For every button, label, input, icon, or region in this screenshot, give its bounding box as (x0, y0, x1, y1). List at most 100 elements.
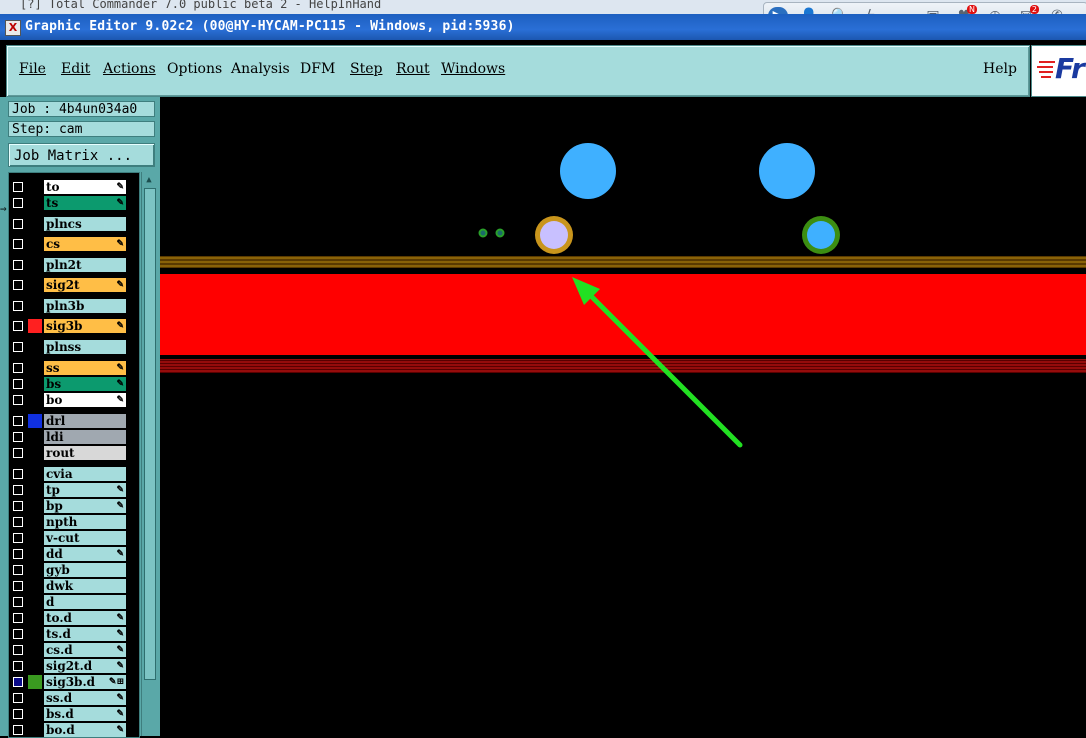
layer-row-drl[interactable]: drl (10, 414, 128, 428)
layer-name[interactable]: sig3b.d ✎⊞ (44, 675, 126, 689)
layer-row-pln3b[interactable]: pln3b (10, 298, 128, 313)
layer-color-swatch[interactable] (28, 361, 42, 375)
layer-checkbox[interactable] (13, 501, 23, 511)
layer-color-swatch[interactable] (28, 216, 42, 231)
layer-row-ldi[interactable]: ldi (10, 430, 128, 444)
layer-color-swatch[interactable] (28, 196, 42, 210)
layer-name[interactable]: sig2t.d ✎ (44, 659, 126, 673)
scroll-thumb[interactable] (144, 188, 156, 680)
layer-checkbox[interactable] (13, 565, 23, 575)
layer-row-to-d[interactable]: to.d ✎ (10, 611, 128, 625)
layer-name[interactable]: ts ✎ (44, 196, 126, 210)
layer-color-swatch[interactable] (28, 483, 42, 497)
layer-checkbox[interactable] (13, 517, 23, 527)
layer-color-swatch[interactable] (28, 659, 42, 673)
layer-name[interactable]: to.d ✎ (44, 611, 126, 625)
layer-name[interactable]: d (44, 595, 126, 609)
layer-name[interactable]: cs.d ✎ (44, 643, 126, 657)
layer-name[interactable]: pln3b (44, 298, 126, 313)
x-icon[interactable]: X (5, 20, 21, 36)
graphic-canvas[interactable] (160, 97, 1086, 736)
layer-name[interactable]: sig2t ✎ (44, 278, 126, 292)
layer-name[interactable]: ts.d ✎ (44, 627, 126, 641)
layer-row-dwk[interactable]: dwk (10, 579, 128, 593)
layer-color-swatch[interactable] (28, 707, 42, 721)
layer-checkbox[interactable] (13, 549, 23, 559)
layer-row-rout[interactable]: rout (10, 446, 128, 460)
layer-checkbox[interactable] (13, 661, 23, 671)
layer-row-ss-d[interactable]: ss.d ✎ (10, 691, 128, 705)
layer-checkbox[interactable] (13, 342, 23, 352)
layer-checkbox[interactable] (13, 300, 23, 311)
layer-color-swatch[interactable] (28, 563, 42, 577)
layer-color-swatch[interactable] (28, 414, 42, 428)
layer-checkbox[interactable] (13, 597, 23, 607)
layer-color-swatch[interactable] (28, 298, 42, 313)
layer-color-swatch[interactable] (28, 393, 42, 407)
layer-row-cs[interactable]: cs ✎ (10, 237, 128, 251)
layer-color-swatch[interactable] (28, 643, 42, 657)
layer-checkbox[interactable] (13, 259, 23, 270)
layer-checkbox[interactable] (13, 469, 23, 479)
layer-name[interactable]: bs ✎ (44, 377, 126, 391)
menu-rout[interactable]: Rout (396, 61, 430, 77)
layer-name[interactable]: plncs (44, 216, 126, 231)
layer-checkbox[interactable] (13, 239, 23, 249)
layer-row-bo-d[interactable]: bo.d ✎ (10, 723, 128, 737)
layer-color-swatch[interactable] (28, 691, 42, 705)
layer-row-pln2t[interactable]: pln2t (10, 257, 128, 272)
layer-checkbox[interactable] (13, 280, 23, 290)
layer-row-bs-d[interactable]: bs.d ✎ (10, 707, 128, 721)
layer-row-bs[interactable]: bs ✎ (10, 377, 128, 391)
layer-row-cvia[interactable]: cvia (10, 467, 128, 481)
menu-actions[interactable]: Actions (103, 61, 156, 77)
layer-color-swatch[interactable] (28, 319, 42, 333)
layer-row-ts-d[interactable]: ts.d ✎ (10, 627, 128, 641)
layer-checkbox[interactable] (13, 321, 23, 331)
layer-color-swatch[interactable] (28, 579, 42, 593)
layer-row-plnss[interactable]: plnss (10, 340, 128, 354)
layer-row-sig3b-d[interactable]: sig3b.d ✎⊞ (10, 675, 128, 689)
layer-name[interactable]: ss.d ✎ (44, 691, 126, 705)
layer-checkbox[interactable] (13, 485, 23, 495)
layer-checkbox[interactable] (13, 645, 23, 655)
layer-checkbox[interactable] (13, 533, 23, 543)
layer-row-ss[interactable]: ss ✎ (10, 361, 128, 375)
layer-checkbox[interactable] (13, 693, 23, 703)
layer-checkbox[interactable] (13, 218, 23, 229)
layer-row-npth[interactable]: npth (10, 515, 128, 529)
layer-checkbox[interactable] (13, 182, 23, 192)
layer-name[interactable]: cs ✎ (44, 237, 126, 251)
layer-color-swatch[interactable] (28, 377, 42, 391)
layer-name[interactable]: cvia (44, 467, 126, 481)
layer-checkbox[interactable] (13, 725, 23, 735)
layer-row-plncs[interactable]: plncs (10, 216, 128, 231)
layer-checkbox[interactable] (13, 629, 23, 639)
layer-color-swatch[interactable] (28, 675, 42, 689)
layer-checkbox[interactable] (13, 613, 23, 623)
layer-checkbox[interactable] (13, 709, 23, 719)
layer-checkbox[interactable] (13, 448, 23, 458)
layer-checkbox[interactable] (13, 416, 23, 426)
layer-row-sig3b[interactable]: sig3b ✎ (10, 319, 128, 333)
layer-row-d[interactable]: d (10, 595, 128, 609)
layer-row-gyb[interactable]: gyb (10, 563, 128, 577)
layer-name[interactable]: tp ✎ (44, 483, 126, 497)
layer-color-swatch[interactable] (28, 611, 42, 625)
layer-name[interactable]: v-cut (44, 531, 126, 545)
layer-name[interactable]: bo ✎ (44, 393, 126, 407)
menu-step[interactable]: Step (350, 61, 382, 77)
layer-color-swatch[interactable] (28, 430, 42, 444)
layer-color-swatch[interactable] (28, 515, 42, 529)
menu-dfm[interactable]: DFM (300, 61, 335, 77)
layer-color-swatch[interactable] (28, 257, 42, 272)
layer-row-ts[interactable]: ts ✎ (10, 196, 128, 210)
layer-name[interactable]: ldi (44, 430, 126, 444)
job-matrix-button[interactable]: Job Matrix ... (8, 143, 155, 167)
layer-name[interactable]: pln2t (44, 257, 126, 272)
layer-row-cs-d[interactable]: cs.d ✎ (10, 643, 128, 657)
layer-color-swatch[interactable] (28, 340, 42, 354)
layer-checkbox[interactable] (13, 395, 23, 405)
menu-options[interactable]: Options (167, 61, 222, 77)
layer-name[interactable]: bo.d ✎ (44, 723, 126, 737)
